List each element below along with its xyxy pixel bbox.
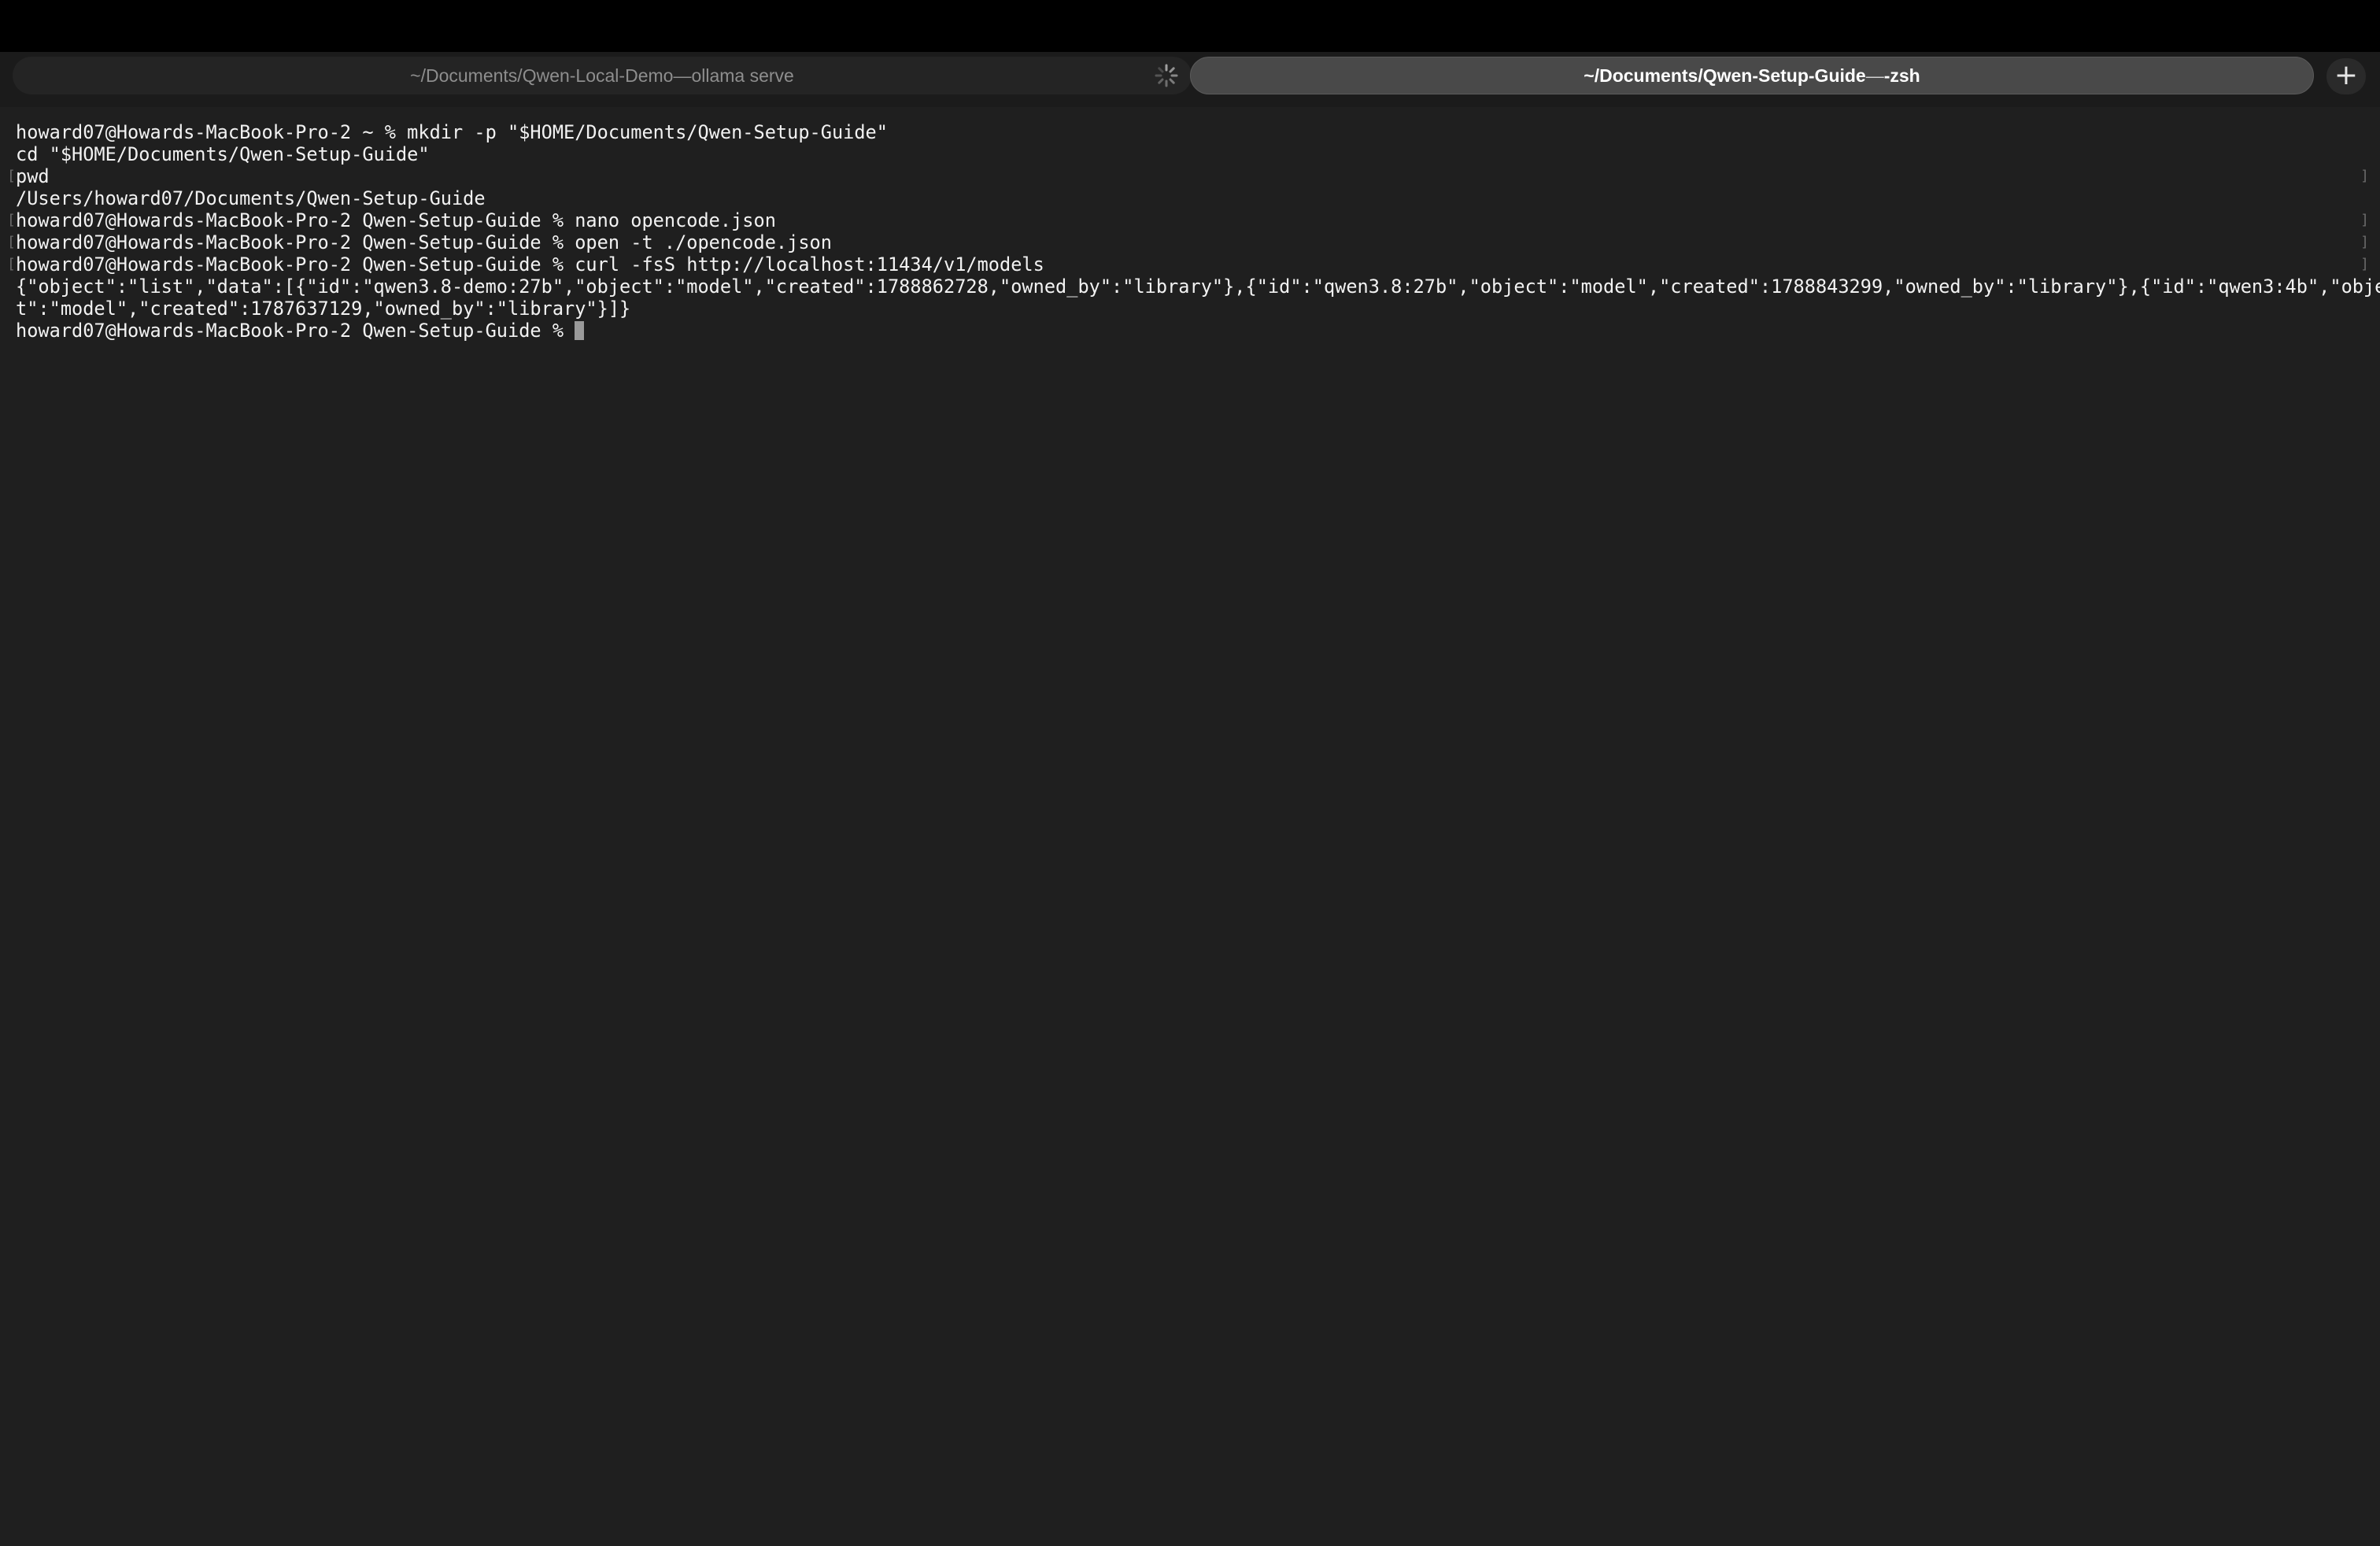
terminal-line: {"object":"list","data":[{"id":"qwen3.8-… <box>16 276 2380 298</box>
tab-path: ~/Documents/Qwen-Setup-Guide <box>1584 65 1866 86</box>
line-mark-left: [ <box>7 168 16 184</box>
terminal-line: /Users/howard07/Documents/Qwen-Setup-Gui… <box>16 187 486 209</box>
tab-process: -zsh <box>1883 65 1920 86</box>
tab-separator: — <box>1865 65 1884 86</box>
terminal-line: cd "$HOME/Documents/Qwen-Setup-Guide" <box>16 143 430 165</box>
terminal-line: howard07@Howards-MacBook-Pro-2 ~ % mkdir… <box>16 121 888 143</box>
line-mark-right: ] <box>2360 168 2369 184</box>
terminal-line: [howard07@Howards-MacBook-Pro-2 Qwen-Set… <box>7 209 2369 231</box>
line-mark-right: ] <box>2360 256 2369 272</box>
terminal-output[interactable]: howard07@Howards-MacBook-Pro-2 ~ % mkdir… <box>0 107 2380 1546</box>
line-mark-right: ] <box>2360 212 2369 228</box>
line-mark-left: [ <box>7 234 16 250</box>
terminal-line: [howard07@Howards-MacBook-Pro-2 Qwen-Set… <box>7 231 2369 253</box>
terminal-line: t":"model","created":1787637129,"owned_b… <box>16 298 631 320</box>
terminal-line: [howard07@Howards-MacBook-Pro-2 Qwen-Set… <box>7 253 2369 276</box>
tab-path: ~/Documents/Qwen-Local-Demo <box>410 65 674 86</box>
terminal-prompt-line: howard07@Howards-MacBook-Pro-2 Qwen-Setu… <box>16 320 2369 342</box>
tab-qwen-setup-guide[interactable]: ~/Documents/Qwen-Setup-Guide — -zsh <box>1190 57 2314 94</box>
activity-spinner-icon <box>1155 64 1178 87</box>
tab-process: ollama serve <box>691 65 794 86</box>
line-mark-left: [ <box>7 212 16 228</box>
line-mark-right: ] <box>2360 234 2369 250</box>
tab-bar: ~/Documents/Qwen-Local-Demo — ollama ser… <box>0 52 2380 107</box>
window-top-bar <box>0 0 2380 52</box>
line-mark-left: [ <box>7 256 16 272</box>
tab-qwen-local-demo[interactable]: ~/Documents/Qwen-Local-Demo — ollama ser… <box>13 57 1192 94</box>
tab-separator: — <box>673 65 692 86</box>
terminal-line: [pwd] <box>7 165 2369 187</box>
new-tab-button[interactable]: + <box>2326 58 2366 94</box>
text-cursor <box>575 321 585 340</box>
